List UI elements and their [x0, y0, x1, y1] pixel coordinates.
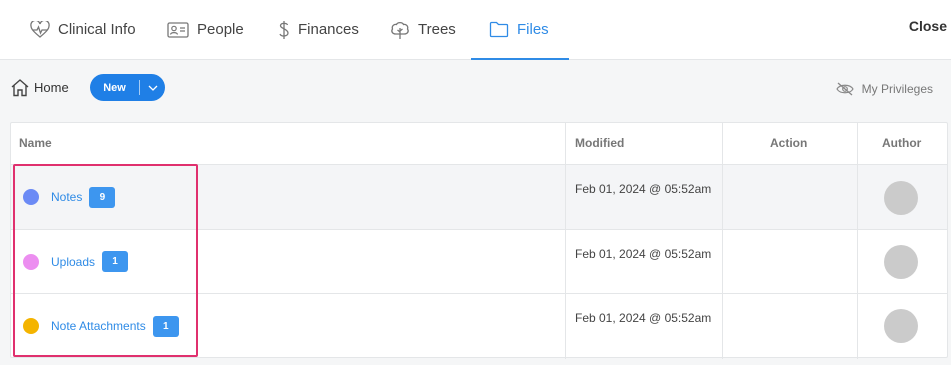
my-privileges-button[interactable]: My Privileges	[835, 82, 933, 96]
tab-bar: Clinical Info People Finances Trees File…	[0, 0, 951, 60]
chevron-down-icon[interactable]	[140, 85, 165, 91]
close-button[interactable]: Close	[909, 18, 947, 34]
column-divider	[565, 123, 566, 359]
folder-color-dot	[23, 189, 39, 205]
tree-icon	[391, 21, 409, 39]
table-row[interactable]: Uploads 1 Feb 01, 2024 @ 05:52am	[11, 230, 947, 294]
modified-date: Feb 01, 2024 @ 05:52am	[575, 247, 712, 261]
column-header-author: Author	[882, 136, 922, 150]
avatar	[884, 181, 918, 215]
table-row[interactable]: Note Attachments 1 Feb 01, 2024 @ 05:52a…	[11, 294, 947, 358]
folder-color-dot	[23, 318, 39, 334]
avatar	[884, 245, 918, 279]
folder-link[interactable]: Note Attachments	[51, 319, 146, 333]
folder-color-dot	[23, 253, 39, 270]
item-count-badge: 1	[152, 315, 179, 337]
tab-label: Clinical Info	[58, 21, 136, 38]
table-row[interactable]: Notes 9 Feb 01, 2024 @ 05:52am	[11, 165, 947, 230]
column-divider	[857, 123, 858, 359]
tab-files[interactable]: Files	[471, 0, 569, 60]
tab-clinical-info[interactable]: Clinical Info	[30, 0, 136, 59]
tab-label: Files	[517, 21, 549, 38]
home-label: Home	[34, 80, 69, 95]
breadcrumb-home[interactable]: Home	[10, 78, 69, 97]
name-cell: Notes 9	[23, 165, 116, 229]
tab-people[interactable]: People	[167, 0, 244, 59]
toolbar: Home New My Privileges	[0, 60, 951, 122]
modified-date: Feb 01, 2024 @ 05:52am	[575, 182, 712, 196]
id-card-icon	[167, 21, 189, 38]
tab-label: Trees	[418, 21, 456, 38]
tab-finances[interactable]: Finances	[278, 0, 359, 59]
folder-link[interactable]: Notes	[51, 190, 82, 204]
table-header: Name Modified Action Author	[11, 123, 947, 165]
column-header-action: Action	[770, 136, 808, 150]
name-cell: Note Attachments 1	[23, 294, 179, 358]
item-count-badge: 9	[89, 186, 116, 208]
folder-icon	[489, 21, 509, 38]
tab-label: Finances	[298, 21, 359, 38]
tab-trees[interactable]: Trees	[390, 0, 456, 59]
my-privileges-label: My Privileges	[861, 82, 933, 96]
dollar-icon	[279, 20, 289, 39]
home-icon	[11, 79, 29, 97]
heartbeat-icon	[30, 20, 50, 38]
column-header-name: Name	[19, 136, 52, 150]
files-table: Name Modified Action Author Notes 9 Feb …	[10, 122, 948, 359]
column-divider	[722, 123, 723, 359]
folder-link[interactable]: Uploads	[51, 255, 95, 269]
modified-date: Feb 01, 2024 @ 05:52am	[575, 311, 712, 325]
tab-label: People	[197, 21, 244, 38]
column-header-modified: Modified	[575, 136, 625, 150]
item-count-badge: 1	[102, 251, 129, 272]
new-button-label: New	[103, 81, 126, 94]
eye-slash-icon	[835, 82, 854, 96]
name-cell: Uploads 1	[23, 230, 129, 293]
new-button[interactable]: New	[90, 74, 165, 101]
avatar	[884, 309, 918, 343]
